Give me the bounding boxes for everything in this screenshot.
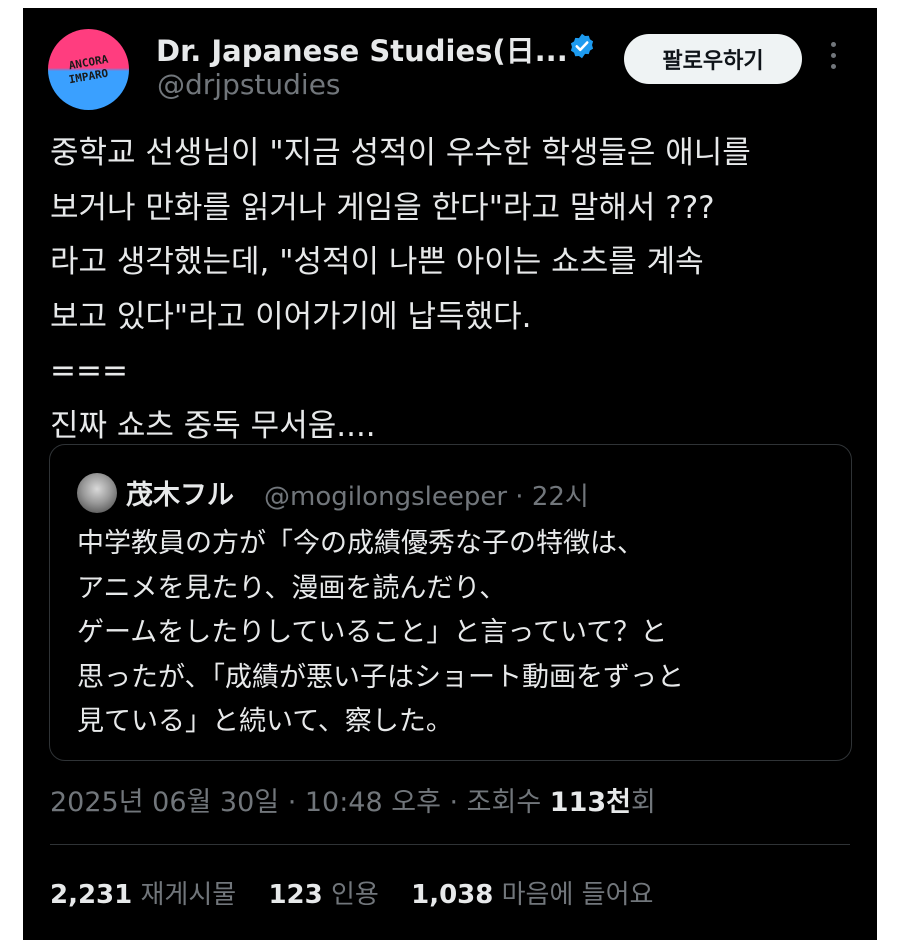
tweet-detail: ANCORA IMPARO Dr. Japanese Studies(日... … — [23, 8, 877, 940]
divider — [50, 844, 850, 845]
quoted-author-handle-time: @mogilongsleeper · 22시 — [264, 482, 589, 512]
author-handle[interactable]: @drjpstudies — [157, 68, 341, 101]
views-count: 113천 — [549, 787, 631, 818]
likes-label[interactable]: 마음에 들어요 — [502, 880, 654, 910]
reposts-count[interactable]: 2,231 — [50, 880, 132, 910]
views-suffix: 회 — [630, 787, 656, 818]
quotes-label[interactable]: 인용 — [331, 880, 379, 910]
follow-button[interactable]: 팔로우하기 — [624, 34, 802, 84]
tweet-timestamp[interactable]: 2025년 06월 30일 · 10:48 오후 · 조회수 — [50, 787, 550, 818]
more-options-icon[interactable] — [828, 42, 838, 74]
tweet-text: 중학교 선생님이 "지금 성적이 우수한 학생들은 애니를 보거나 만화를 읽거… — [50, 135, 751, 444]
likes-count[interactable]: 1,038 — [411, 880, 493, 910]
quoted-author-avatar — [77, 473, 117, 513]
quoted-tweet-card[interactable]: 茂木フル @mogilongsleeper · 22시 中学教員の方が「今の成績… — [49, 444, 852, 761]
avatar[interactable]: ANCORA IMPARO — [48, 29, 129, 110]
author-display-name[interactable]: Dr. Japanese Studies(日... — [156, 28, 568, 70]
reposts-label[interactable]: 재게시물 — [141, 880, 237, 910]
verified-badge-icon — [570, 33, 594, 59]
tweet-metadata: 2025년 06월 30일 · 10:48 오후 · 조회수 113천회 — [50, 780, 656, 819]
quotes-count[interactable]: 123 — [268, 880, 322, 910]
tweet-header: ANCORA IMPARO Dr. Japanese Studies(日... … — [23, 8, 877, 110]
engagement-stats: 2,231 재게시물 123 인용 1,038 마음에 들어요 — [50, 874, 677, 911]
quoted-tweet-text: 中学教員の方が「今の成績優秀な子の特徴は、 アニメを見たり、漫画を読んだり、 ゲ… — [77, 528, 684, 737]
quoted-author-name: 茂木フル — [126, 480, 234, 511]
